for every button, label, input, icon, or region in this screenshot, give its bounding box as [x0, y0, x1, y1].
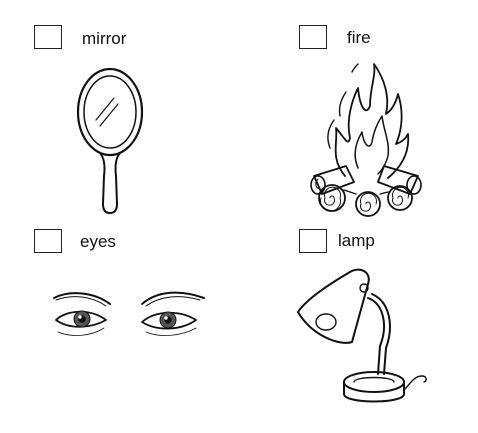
checkbox-fire[interactable] [299, 25, 327, 49]
label-fire: fire [347, 28, 371, 47]
label-lamp: lamp [338, 231, 375, 250]
campfire-icon [310, 63, 422, 217]
hand-mirror-icon [76, 67, 144, 214]
label-eyes: eyes [80, 232, 116, 251]
checkbox-eyes[interactable] [34, 229, 62, 253]
label-mirror: mirror [82, 29, 127, 48]
desk-lamp-icon [297, 268, 427, 403]
eyes-icon [53, 291, 205, 336]
checkbox-mirror[interactable] [34, 25, 62, 49]
checkbox-lamp[interactable] [299, 229, 327, 253]
